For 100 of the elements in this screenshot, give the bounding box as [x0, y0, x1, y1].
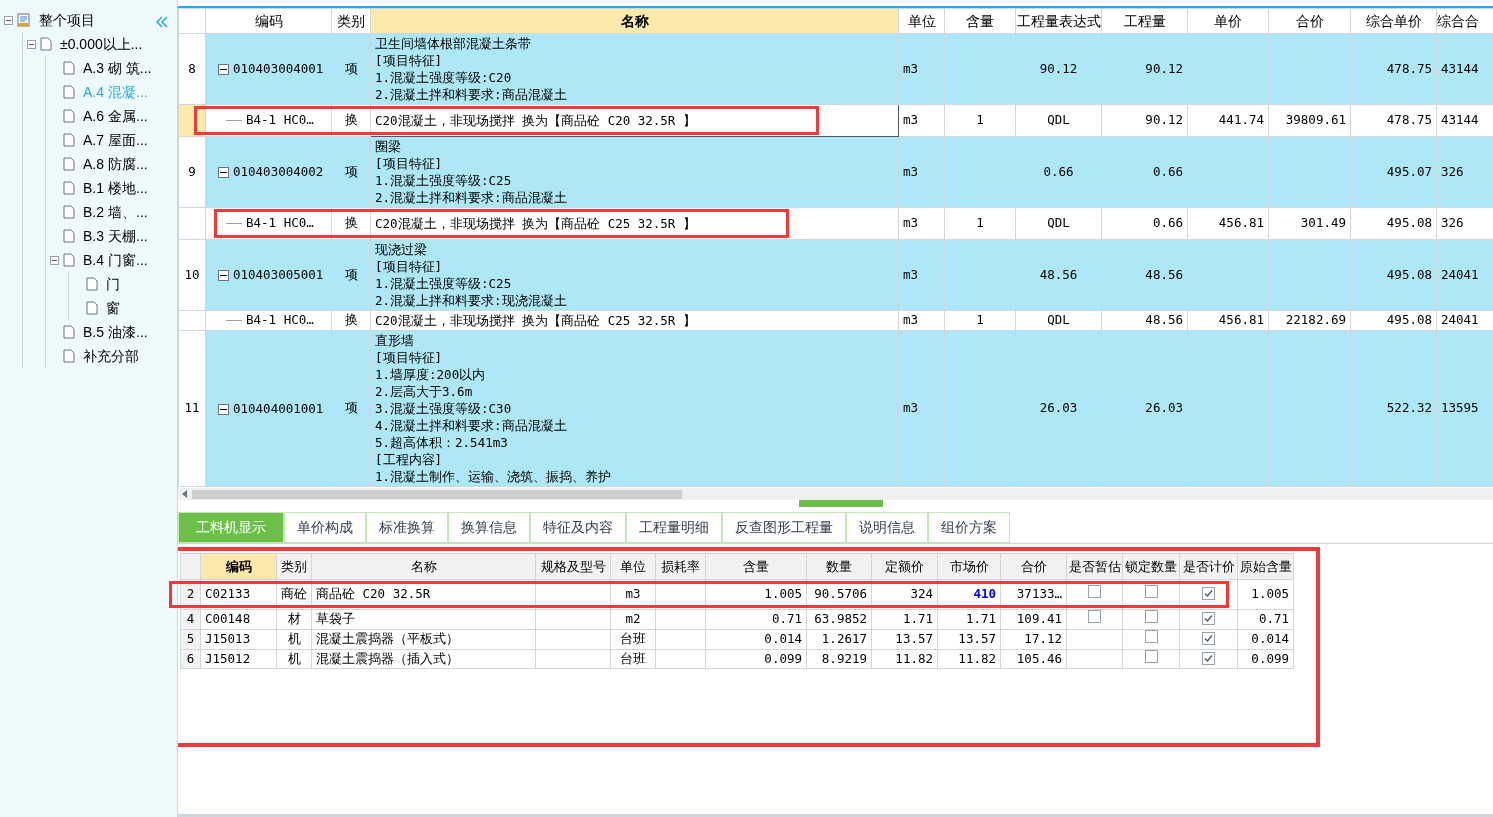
- name-line: C20混凝土，非现场搅拌 换为【商品砼 C25 32.5R 】: [375, 312, 697, 329]
- tree-item[interactable]: B.5 油漆...: [83, 321, 148, 343]
- table-cell: 11.82: [871, 649, 938, 669]
- checkbox[interactable]: [1088, 610, 1101, 623]
- tab[interactable]: 反查图形工程量: [722, 512, 846, 543]
- column-header[interactable]: 名称: [370, 8, 899, 34]
- collapse-toggle[interactable]: [218, 403, 229, 415]
- horizontal-scrollbar[interactable]: [178, 488, 1493, 500]
- collapse-toggle[interactable]: [218, 64, 229, 75]
- scrollbar-thumb[interactable]: [192, 489, 682, 499]
- column-header[interactable]: 合价: [1268, 8, 1351, 34]
- tree-item[interactable]: B.1 楼地...: [83, 177, 148, 199]
- table-cell: 机: [276, 649, 312, 669]
- item-code: B4-1 HC0…: [246, 311, 314, 330]
- table-cell: 90.5706: [806, 579, 872, 610]
- column-header[interactable]: 类别: [331, 8, 371, 34]
- column-header[interactable]: 综合合: [1436, 8, 1493, 34]
- name-line: 5.超高体积：2.541m3: [375, 434, 509, 451]
- table-cell: [944, 239, 1016, 311]
- tab[interactable]: 工程量明细: [626, 512, 722, 543]
- table-cell: 1: [944, 104, 1016, 137]
- row-number[interactable]: 9: [178, 136, 206, 208]
- row-number[interactable]: 8: [178, 33, 206, 105]
- checkbox[interactable]: [1202, 612, 1215, 625]
- row-number[interactable]: 10: [178, 239, 206, 311]
- checkbox[interactable]: [1202, 631, 1215, 645]
- column-header[interactable]: 数量: [806, 553, 872, 580]
- item-code: B4-1 HC0…: [246, 214, 314, 233]
- column-header[interactable]: 单价: [1187, 8, 1269, 34]
- column-header[interactable]: 单位: [610, 553, 656, 580]
- tree-item[interactable]: B.4 门窗...: [83, 249, 148, 271]
- column-header[interactable]: 工程量: [1101, 8, 1188, 34]
- splitter-handle[interactable]: [798, 500, 883, 507]
- column-header[interactable]: 市场价: [937, 553, 1001, 580]
- checkbox[interactable]: [1144, 610, 1158, 623]
- column-header[interactable]: 规格及型号: [535, 553, 611, 580]
- column-header[interactable]: 定额价: [871, 553, 938, 580]
- tree-item[interactable]: B.3 天棚...: [83, 225, 148, 247]
- tree-item[interactable]: 补充分部: [83, 345, 139, 367]
- table-cell: 材: [276, 609, 312, 630]
- column-header[interactable]: 含量: [944, 8, 1016, 34]
- tree-item[interactable]: A.3 砌 筑...: [83, 57, 152, 79]
- table-cell: 63.9852: [806, 609, 872, 630]
- column-header[interactable]: 编码: [200, 553, 277, 580]
- column-header[interactable]: 是否暂估: [1066, 553, 1123, 580]
- document-icon: [63, 349, 75, 363]
- column-header[interactable]: 合价: [1000, 553, 1067, 580]
- tab[interactable]: 组价方案: [928, 512, 1010, 543]
- column-header[interactable]: 锁定数量: [1122, 553, 1180, 580]
- tab[interactable]: 单价构成: [284, 512, 366, 543]
- checkbox[interactable]: [1144, 585, 1158, 599]
- item-code: 010403004001: [233, 60, 325, 78]
- collapse-toggle[interactable]: [218, 167, 229, 178]
- tree-item[interactable]: ±0.000以上...: [60, 33, 143, 55]
- column-header[interactable]: 名称: [311, 553, 536, 580]
- tab[interactable]: 标准换算: [366, 512, 448, 543]
- column-header[interactable]: 原始含量: [1237, 553, 1294, 580]
- item-code: 010403005001: [233, 266, 325, 284]
- tree-item[interactable]: A.6 金属...: [83, 105, 148, 127]
- tree-item[interactable]: B.2 墙、...: [83, 201, 148, 223]
- table-cell: 90.12: [1101, 104, 1188, 137]
- checkbox[interactable]: [1202, 651, 1215, 665]
- table-cell: J15013: [200, 629, 277, 649]
- column-header[interactable]: 含量: [705, 553, 807, 580]
- column-header[interactable]: 类别: [276, 553, 312, 580]
- table-cell: [944, 33, 1016, 105]
- item-code: 010403004002: [233, 163, 325, 181]
- collapse-toggle[interactable]: [50, 255, 59, 265]
- tree-item[interactable]: A.7 屋面...: [83, 129, 148, 151]
- column-header[interactable]: 是否计价: [1179, 553, 1238, 580]
- table-cell: 326: [1436, 136, 1493, 208]
- row-number: 6: [186, 650, 195, 666]
- tree-item[interactable]: 整个项目: [39, 9, 95, 31]
- table-cell: 13.57: [871, 629, 938, 649]
- column-header[interactable]: 损耗率: [655, 553, 706, 580]
- table-cell: 495.07: [1350, 136, 1437, 208]
- collapse-toggle[interactable]: [218, 270, 229, 281]
- column-header[interactable]: 编码: [205, 8, 332, 34]
- checkbox[interactable]: [1088, 585, 1101, 599]
- tab[interactable]: 换算信息: [448, 512, 530, 543]
- tab[interactable]: 说明信息: [846, 512, 928, 543]
- table-cell: 混凝土震捣器（平板式）: [311, 629, 536, 649]
- table-cell: 456.81: [1187, 207, 1269, 240]
- tree-item[interactable]: A.8 防腐...: [83, 153, 148, 175]
- table-cell: 台班: [610, 649, 656, 669]
- checkbox[interactable]: [1202, 587, 1215, 601]
- scroll-left-icon[interactable]: [182, 490, 188, 498]
- column-header[interactable]: 单位: [898, 8, 945, 34]
- column-header[interactable]: 综合单价: [1350, 8, 1437, 34]
- tab[interactable]: 特征及内容: [530, 512, 626, 543]
- row-number[interactable]: 11: [178, 330, 206, 487]
- table-cell: 43144: [1436, 104, 1493, 137]
- tree-item[interactable]: 窗: [106, 297, 120, 319]
- column-header[interactable]: 工程量表达式: [1015, 8, 1102, 34]
- collapse-toggle[interactable]: [4, 15, 13, 25]
- table-cell: J15012: [200, 649, 277, 669]
- table-cell: m2: [610, 609, 656, 630]
- collapse-panel-icon[interactable]: [155, 16, 169, 28]
- collapse-toggle[interactable]: [27, 39, 36, 49]
- tree-item[interactable]: 门: [106, 273, 120, 295]
